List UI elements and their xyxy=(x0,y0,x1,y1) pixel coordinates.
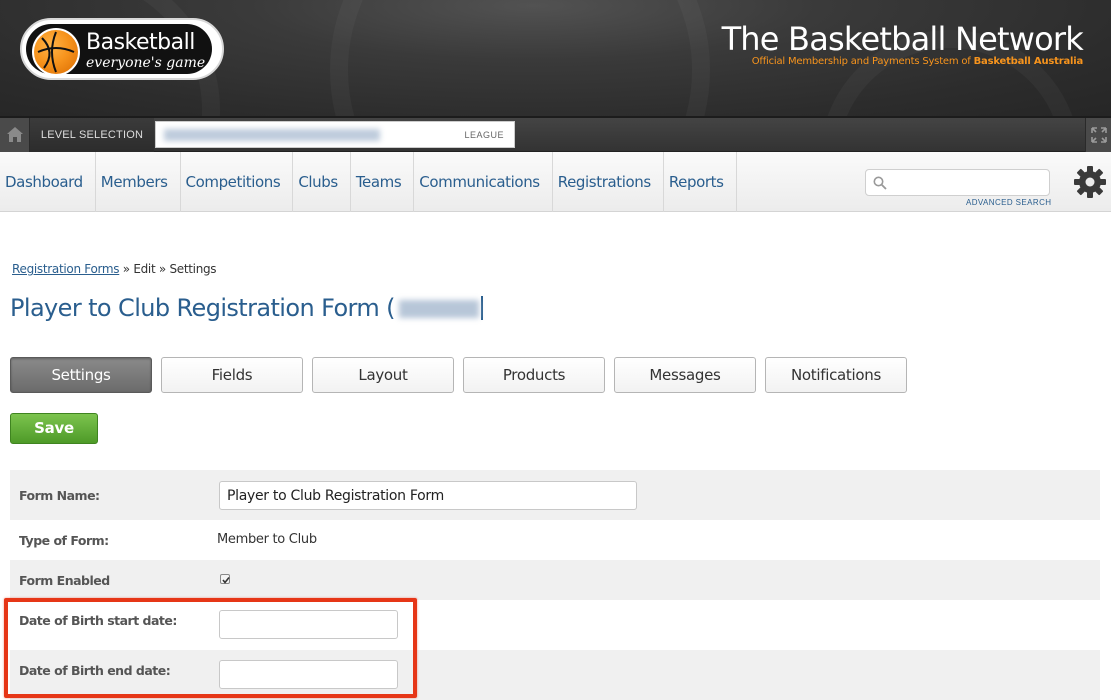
tab-notifications[interactable]: Notifications xyxy=(765,357,907,393)
tab-products[interactable]: Products xyxy=(463,357,605,393)
form-name-label: Form Name: xyxy=(19,488,100,503)
page-title: Player to Club Registration Form ( xyxy=(10,294,483,322)
breadcrumb-rest: » Edit » Settings xyxy=(119,262,217,276)
nav-item-clubs[interactable]: Clubs xyxy=(293,152,351,212)
form-name-input[interactable] xyxy=(219,481,637,510)
form-tabs: Settings Fields Layout Products Messages… xyxy=(10,357,916,393)
checkmark-icon xyxy=(222,577,230,584)
tab-fields[interactable]: Fields xyxy=(161,357,303,393)
redacted-organisation-name xyxy=(164,129,380,141)
level-selector[interactable]: LEAGUE xyxy=(155,121,515,148)
nav-item-members[interactable]: Members xyxy=(96,152,181,212)
advanced-search-link[interactable]: ADVANCED SEARCH xyxy=(966,198,1051,207)
nav-items: Dashboard Members Competitions Clubs Tea… xyxy=(0,152,737,212)
highlight-annotation-box xyxy=(4,598,417,698)
breadcrumb: Registration Forms » Edit » Settings xyxy=(12,262,217,276)
expand-icon xyxy=(1091,127,1107,143)
type-of-form-value: Member to Club xyxy=(217,532,317,547)
nav-item-registrations[interactable]: Registrations xyxy=(553,152,664,212)
level-selection-label: LEVEL SELECTION xyxy=(30,118,154,152)
brand-subtitle: Official Membership and Payments System … xyxy=(752,56,1083,67)
form-row-enabled: Form Enabled xyxy=(10,560,1100,600)
logo-background: Basketball everyone's game xyxy=(26,24,212,76)
fullscreen-button[interactable] xyxy=(1085,118,1111,152)
tab-settings[interactable]: Settings xyxy=(10,357,152,393)
brand-subtitle-bold: Basketball Australia xyxy=(973,56,1084,67)
home-icon xyxy=(7,127,23,142)
basketball-logo[interactable]: Basketball everyone's game xyxy=(20,18,224,80)
site-header: Basketball everyone's game The Basketbal… xyxy=(0,0,1111,118)
nav-item-teams[interactable]: Teams xyxy=(351,152,415,212)
save-button[interactable]: Save xyxy=(10,413,98,444)
home-button[interactable] xyxy=(0,118,30,152)
brand-title: The Basketball Network xyxy=(721,20,1084,58)
title-cursor xyxy=(480,296,483,320)
basketball-icon xyxy=(32,28,80,76)
page-title-text: Player to Club Registration Form ( xyxy=(10,294,396,322)
form-row-form-name: Form Name: xyxy=(10,470,1100,520)
tab-layout[interactable]: Layout xyxy=(312,357,454,393)
form-enabled-label: Form Enabled xyxy=(19,573,110,588)
header-decoration xyxy=(330,0,710,116)
nav-item-communications[interactable]: Communications xyxy=(414,152,553,212)
breadcrumb-link-registration-forms[interactable]: Registration Forms xyxy=(12,262,120,276)
logo-tagline: everyone's game xyxy=(86,55,206,71)
nav-item-reports[interactable]: Reports xyxy=(664,152,737,212)
level-selection-bar: LEVEL SELECTION LEAGUE xyxy=(0,118,1111,152)
form-row-type: Type of Form: Member to Club xyxy=(10,520,1100,560)
search-input[interactable] xyxy=(892,173,1042,192)
nav-item-competitions[interactable]: Competitions xyxy=(181,152,294,212)
search-box[interactable] xyxy=(865,169,1050,196)
level-type-tag: LEAGUE xyxy=(464,130,504,140)
nav-item-dashboard[interactable]: Dashboard xyxy=(0,152,96,212)
type-of-form-label: Type of Form: xyxy=(19,533,109,548)
gear-icon[interactable] xyxy=(1072,164,1108,200)
logo-name: Basketball xyxy=(86,30,195,55)
main-navigation: Dashboard Members Competitions Clubs Tea… xyxy=(0,152,1111,212)
brand-subtitle-prefix: Official Membership and Payments System … xyxy=(751,56,974,67)
redacted-form-id xyxy=(398,300,479,318)
search-icon xyxy=(873,176,887,190)
tab-messages[interactable]: Messages xyxy=(614,357,756,393)
form-enabled-checkbox[interactable] xyxy=(220,574,230,584)
